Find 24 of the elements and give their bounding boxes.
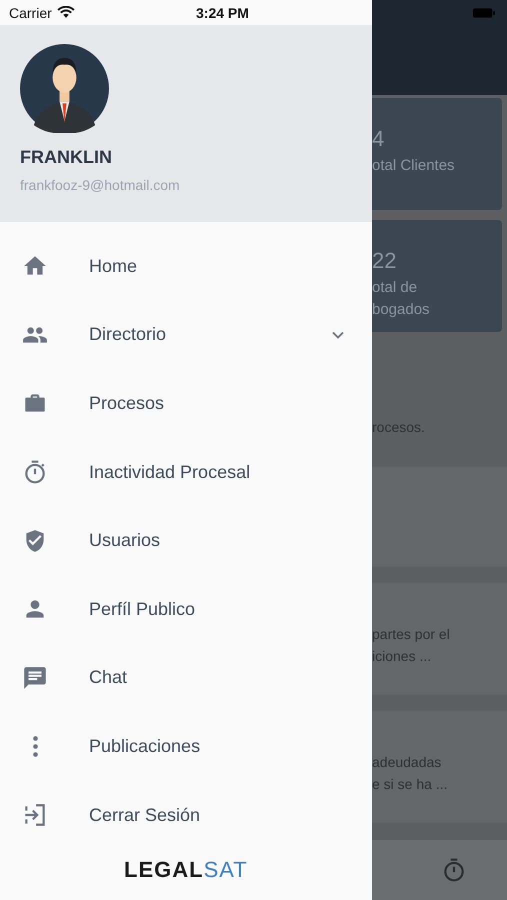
stat-label: otal de [372, 280, 418, 296]
menu-item[interactable]: Publicaciones [0, 712, 372, 781]
menu-item[interactable]: Chat [0, 644, 372, 712]
carrier-label: Carrier [9, 4, 52, 20]
stat-value: 22 [372, 248, 398, 274]
stat-value: 4 [372, 126, 386, 152]
menu-item[interactable]: Inactividad Procesal [0, 438, 372, 506]
menu-item[interactable]: Procesos [0, 369, 372, 438]
user-email: frankfooz-9@hotmail.com [20, 177, 180, 193]
menu-item[interactable]: Perfíl Publico [0, 574, 372, 644]
avatar-icon [20, 44, 109, 133]
app-logo: LEGALSAT [124, 857, 248, 884]
battery-icon [473, 7, 495, 19]
dots-icon [32, 734, 39, 758]
user-name: FRANKLIN [20, 147, 112, 168]
menu-item[interactable]: Cerrar Sesión [0, 780, 372, 850]
menu-item[interactable]: Usuarios [0, 506, 372, 575]
stat-label: otal Clientes [372, 158, 456, 174]
status-time: 3:24 PM [196, 4, 249, 20]
menu-item[interactable]: Directorio [0, 300, 372, 370]
chat-icon [22, 664, 48, 691]
wifi-icon [56, 6, 75, 19]
menu-item[interactable]: Home [0, 232, 372, 301]
stat-label: bogados [372, 302, 431, 318]
